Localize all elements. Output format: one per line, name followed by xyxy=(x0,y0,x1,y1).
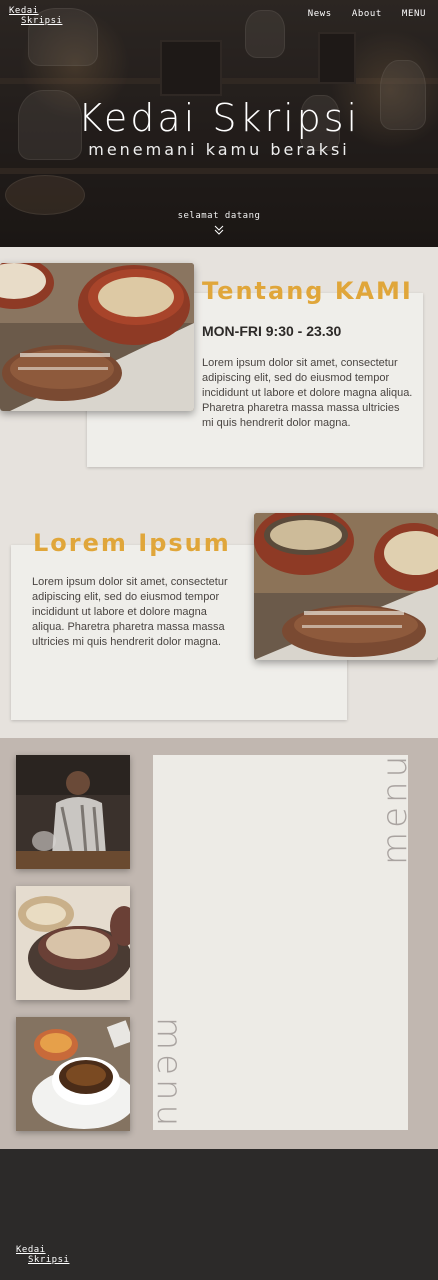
chevron-down-icon[interactable] xyxy=(213,224,225,236)
nav-about[interactable]: About xyxy=(352,9,382,19)
footer-logo-line1: Kedai xyxy=(16,1245,46,1255)
menu-section: menu menu xyxy=(0,738,438,1149)
about-title: Tentang KAMI xyxy=(202,277,413,305)
main-nav: News About MENU xyxy=(308,9,426,19)
menu-thumbnail-barista[interactable] xyxy=(16,755,130,869)
opening-hours: MON-FRI 9:30 - 23.30 xyxy=(202,323,342,339)
menu-thumbnail-cappuccino[interactable] xyxy=(16,886,130,1000)
menu-thumbnail-espresso[interactable] xyxy=(16,1017,130,1131)
welcome-text: selamat datang xyxy=(177,211,261,221)
menu-vertical-label-bottom: menu xyxy=(149,1017,189,1131)
brand-logo[interactable]: Kedai Skripsi xyxy=(9,6,62,26)
hero-title: Kedai Skripsi xyxy=(77,96,361,140)
brand-logo-line1: Kedai xyxy=(9,6,39,16)
lorem-text: Lorem ipsum dolor sit amet, consectetur … xyxy=(32,576,228,648)
lorem-title: Lorem Ipsum xyxy=(33,529,231,557)
hero-subtitle: menemani kamu beraksi xyxy=(88,140,350,159)
nav-news[interactable]: News xyxy=(308,9,332,19)
about-photo xyxy=(0,263,194,411)
menu-panel: menu menu xyxy=(149,752,415,1130)
brand-logo-line2: Skripsi xyxy=(21,16,63,26)
hero-banner: Kedai Skripsi News About MENU Kedai Skri… xyxy=(0,0,438,247)
menu-vertical-label-top: menu xyxy=(375,751,415,865)
nav-menu[interactable]: MENU xyxy=(402,9,426,19)
about-text: Lorem ipsum dolor sit amet, consectetur … xyxy=(202,357,413,429)
lorem-photo xyxy=(254,513,438,660)
footer-logo[interactable]: Kedai Skripsi xyxy=(16,1245,69,1265)
footer-logo-line2: Skripsi xyxy=(28,1255,70,1265)
footer: Kedai Skripsi xyxy=(0,1149,438,1280)
